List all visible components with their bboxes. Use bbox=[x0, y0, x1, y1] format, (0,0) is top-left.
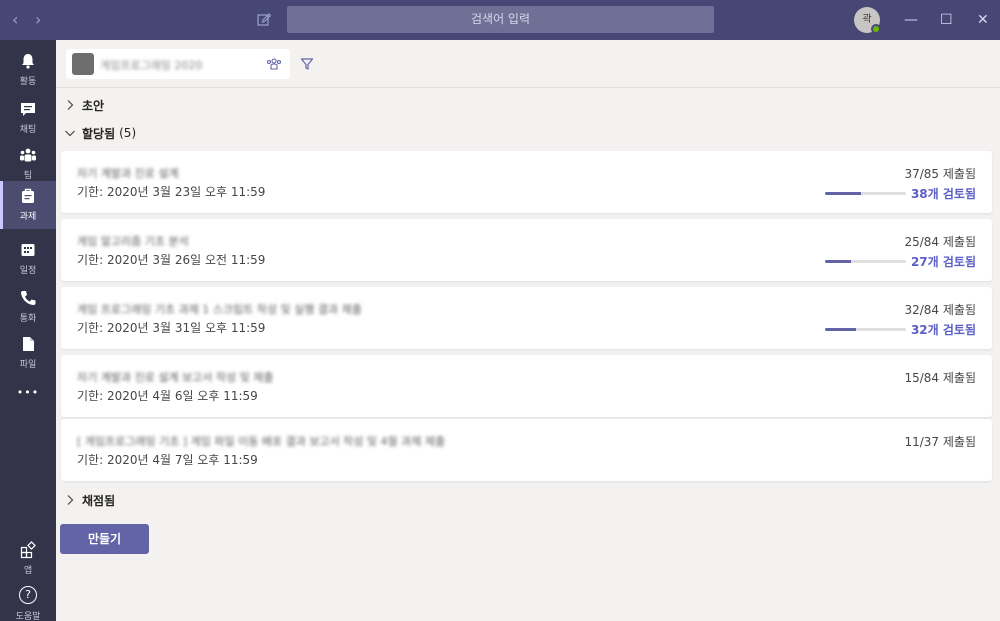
assignment-due: 기한: 2020년 3월 31일 오후 11:59 bbox=[77, 321, 266, 335]
appbar-label: 도움말 bbox=[15, 612, 41, 621]
appbar-item-apps[interactable]: 앱 bbox=[0, 535, 56, 583]
assignment-card[interactable]: 게임 알고리즘 기초 분석 기한: 2020년 3월 26일 오전 11:59 … bbox=[61, 219, 992, 281]
search-input[interactable]: 검색어 입력 bbox=[287, 6, 714, 33]
assignment-title: 자기 계발과 진로 설계 보고서 작성 및 제출 bbox=[77, 371, 274, 384]
assignment-card[interactable]: 게임 프로그래밍 기초 과제 1 스크립트 작성 및 실행 결과 제출 기한: … bbox=[61, 287, 992, 349]
compose-icon[interactable] bbox=[256, 11, 272, 27]
appbar-label: 활동 bbox=[19, 77, 37, 87]
create-button[interactable]: 만들기 bbox=[60, 524, 149, 554]
app-bar: 활동 채팅 팀 과제 일정 통화 파일 ••• 앱 ? 도움말 bbox=[0, 40, 56, 621]
assignment-title: 게임 프로그래밍 기초 과제 1 스크립트 작성 및 실행 결과 제출 bbox=[77, 303, 362, 316]
chevron-right-icon bbox=[67, 100, 74, 110]
reviewed-count: 38개 검토됨 bbox=[910, 187, 976, 201]
assignment-card[interactable]: 자기 계발과 진로 설계 기한: 2020년 3월 23일 오후 11:59 3… bbox=[61, 151, 992, 213]
appbar-item-activity[interactable]: 활동 bbox=[0, 46, 56, 94]
assignments-icon bbox=[22, 188, 34, 203]
appbar-item-more[interactable]: ••• bbox=[0, 378, 56, 412]
appbar-label: 과제 bbox=[19, 212, 37, 222]
section-draft[interactable]: 초안 bbox=[64, 95, 104, 115]
submitted-count: 15/84 제출됨 bbox=[904, 371, 976, 385]
appbar-label: 채팅 bbox=[19, 125, 37, 135]
calendar-icon bbox=[21, 244, 35, 256]
apps-icon bbox=[20, 541, 36, 559]
teams-icon bbox=[20, 148, 36, 162]
submitted-count: 32/84 제출됨 bbox=[904, 303, 976, 317]
assignment-card[interactable]: [ 게임프로그래밍 기초 ] 게임 파일 이동 배포 결과 보고서 작성 및 4… bbox=[61, 419, 992, 481]
section-assigned[interactable]: 할당됨 (5) bbox=[64, 123, 136, 143]
reviewed-count: 27개 검토됨 bbox=[910, 255, 976, 269]
chevron-down-icon bbox=[65, 130, 75, 137]
review-progress-bar bbox=[825, 260, 906, 263]
help-icon: ? bbox=[19, 586, 37, 604]
assignment-title: 자기 계발과 진로 설계 bbox=[77, 167, 179, 180]
review-progress-bar bbox=[825, 192, 906, 195]
submitted-count: 25/84 제출됨 bbox=[904, 235, 976, 249]
assignment-title: 게임 알고리즘 기초 분석 bbox=[77, 235, 189, 248]
assignment-due: 기한: 2020년 3월 26일 오전 11:59 bbox=[77, 253, 266, 267]
reviewed-count: 32개 검토됨 bbox=[910, 323, 976, 337]
appbar-item-help[interactable]: ? 도움말 bbox=[0, 581, 56, 621]
appbar-item-calendar[interactable]: 일정 bbox=[0, 235, 56, 283]
assignment-due: 기한: 2020년 4월 6일 오후 11:59 bbox=[77, 389, 258, 403]
chevron-right-icon bbox=[67, 495, 74, 505]
appbar-label: 일정 bbox=[19, 266, 37, 276]
forward-arrow-icon[interactable]: › bbox=[35, 10, 41, 30]
back-arrow-icon[interactable]: ‹ bbox=[12, 10, 18, 30]
team-members-icon[interactable] bbox=[266, 57, 282, 71]
appbar-label: 파일 bbox=[19, 360, 37, 370]
assignment-title: [ 게임프로그래밍 기초 ] 게임 파일 이동 배포 결과 보고서 작성 및 4… bbox=[77, 435, 446, 448]
section-title: 초안 bbox=[82, 98, 105, 113]
assignment-due: 기한: 2020년 3월 23일 오후 11:59 bbox=[77, 185, 266, 199]
title-bar: ‹ › 검색어 입력 곽 — ☐ ✕ bbox=[0, 0, 1000, 40]
phone-icon bbox=[21, 291, 36, 305]
more-icon: ••• bbox=[16, 386, 40, 399]
appbar-item-assignments[interactable]: 과제 bbox=[0, 181, 56, 229]
section-count: (5) bbox=[119, 126, 137, 140]
section-title: 채점됨 bbox=[82, 493, 116, 508]
class-thumbnail bbox=[72, 53, 94, 75]
section-graded[interactable]: 채점됨 bbox=[64, 490, 115, 510]
appbar-item-files[interactable]: 파일 bbox=[0, 329, 56, 377]
submitted-count: 11/37 제출됨 bbox=[904, 435, 976, 449]
presence-status-icon bbox=[871, 24, 881, 34]
appbar-label: 앱 bbox=[23, 566, 33, 576]
appbar-item-calls[interactable]: 통화 bbox=[0, 283, 56, 331]
section-title: 할당됨 bbox=[82, 126, 116, 141]
review-progress-bar bbox=[825, 328, 906, 331]
appbar-label: 통화 bbox=[19, 314, 37, 324]
file-icon bbox=[23, 337, 34, 351]
class-toolbar: 게임프로그래밍 2020 bbox=[56, 40, 1000, 88]
minimize-icon[interactable]: — bbox=[904, 10, 918, 30]
assignment-due: 기한: 2020년 4월 7일 오후 11:59 bbox=[77, 453, 258, 467]
close-icon[interactable]: ✕ bbox=[977, 10, 989, 30]
chat-icon bbox=[21, 103, 35, 116]
submitted-count: 37/85 제출됨 bbox=[904, 167, 976, 181]
maximize-icon[interactable]: ☐ bbox=[940, 10, 953, 30]
class-selector[interactable]: 게임프로그래밍 2020 bbox=[66, 49, 290, 79]
class-name: 게임프로그래밍 2020 bbox=[100, 59, 203, 72]
appbar-label: 팀 bbox=[23, 171, 33, 181]
assignment-card[interactable]: 자기 계발과 진로 설계 보고서 작성 및 제출 기한: 2020년 4월 6일… bbox=[61, 355, 992, 417]
appbar-item-chat[interactable]: 채팅 bbox=[0, 94, 56, 142]
bell-icon bbox=[22, 54, 34, 69]
filter-icon[interactable] bbox=[300, 57, 314, 71]
